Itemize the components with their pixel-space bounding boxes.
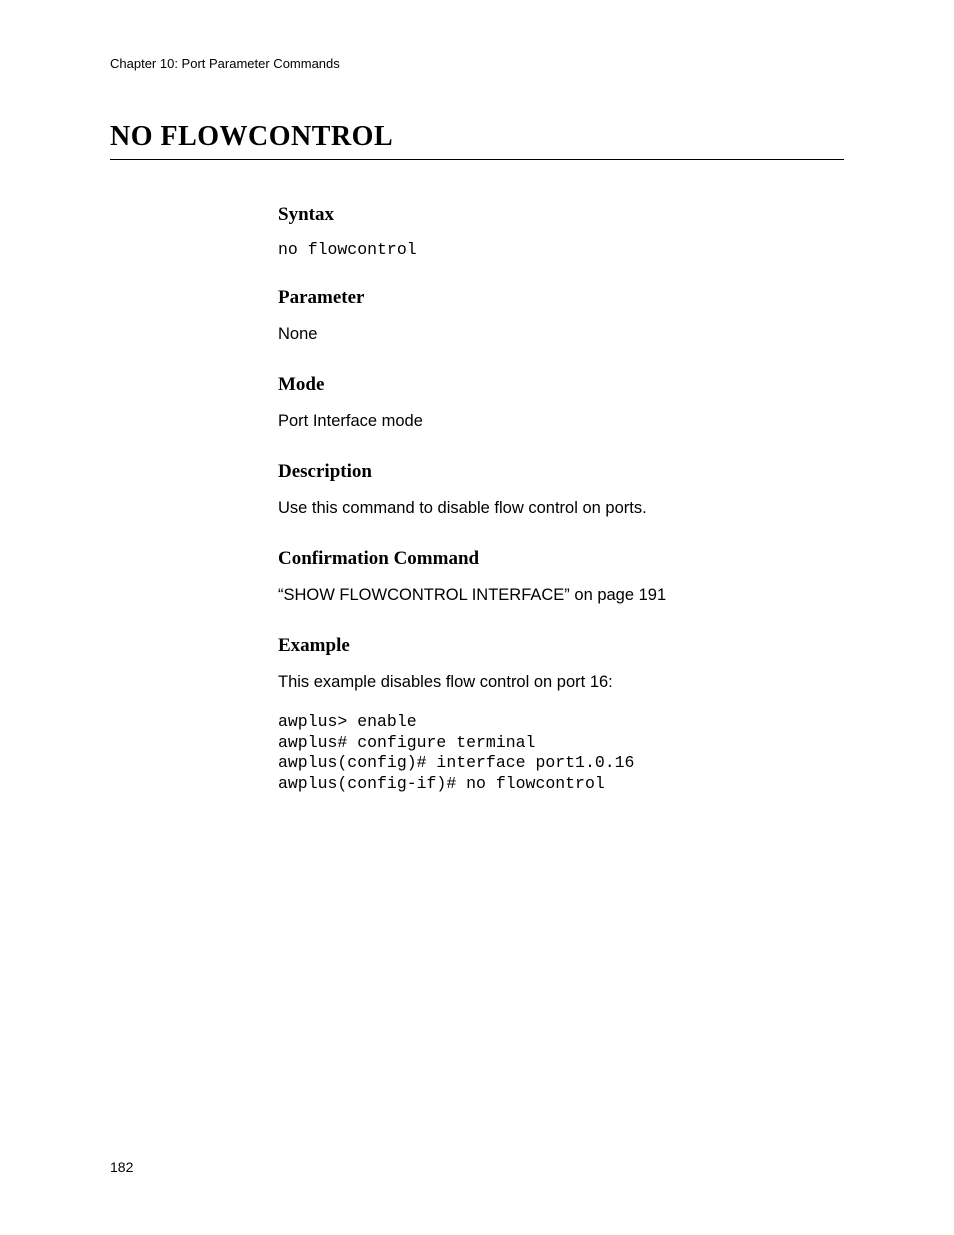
confirmation-content: “SHOW FLOWCONTROL INTERFACE” on page 191	[278, 584, 844, 607]
parameter-content: None	[278, 323, 844, 346]
syntax-content: no flowcontrol	[278, 240, 844, 261]
example-heading: Example	[278, 635, 844, 657]
example-intro: This example disables flow control on po…	[278, 671, 844, 694]
mode-content: Port Interface mode	[278, 410, 844, 433]
mode-heading: Mode	[278, 374, 844, 396]
parameter-heading: Parameter	[278, 287, 844, 309]
page-number: 182	[110, 1159, 133, 1175]
content-area: Syntax no flowcontrol Parameter None Mod…	[278, 204, 844, 795]
page-container: Chapter 10: Port Parameter Commands NO F…	[0, 0, 954, 1235]
description-content: Use this command to disable flow control…	[278, 497, 844, 520]
chapter-header: Chapter 10: Port Parameter Commands	[110, 56, 844, 71]
example-code: awplus> enable awplus# configure termina…	[278, 712, 844, 795]
page-title: NO FLOWCONTROL	[110, 121, 844, 160]
syntax-heading: Syntax	[278, 204, 844, 226]
confirmation-heading: Confirmation Command	[278, 548, 844, 570]
description-heading: Description	[278, 461, 844, 483]
